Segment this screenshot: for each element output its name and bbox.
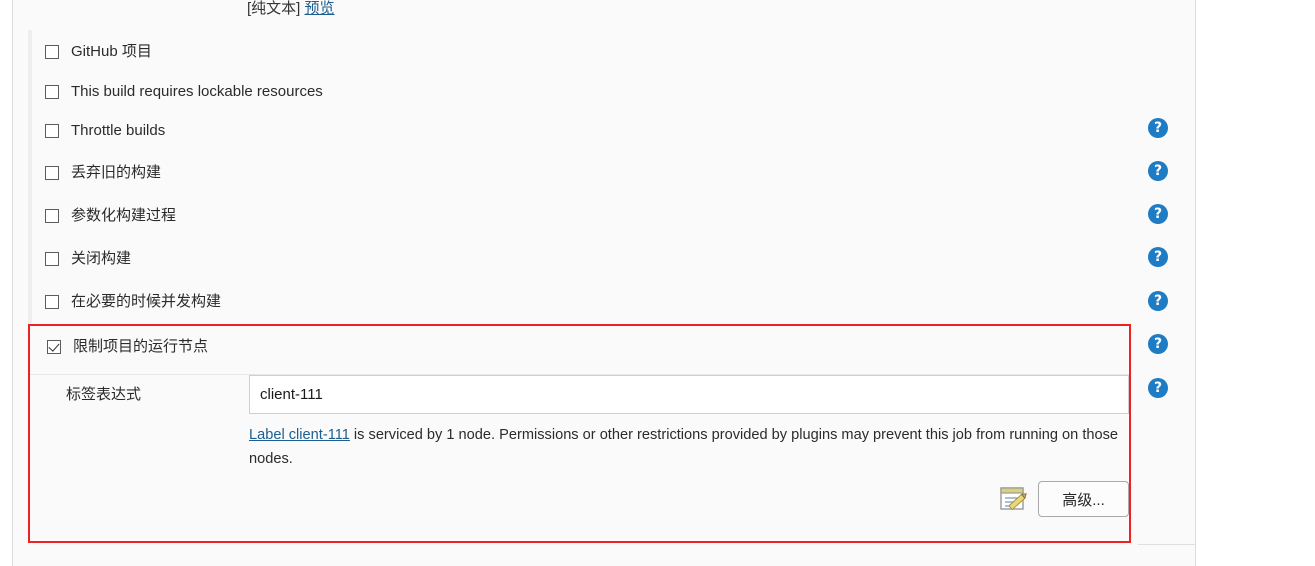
right-gutter-background: [1196, 0, 1315, 566]
checkbox-row[interactable]: 关闭构建: [45, 248, 131, 270]
checkbox-toggle[interactable]: [45, 124, 59, 138]
help-icon-label-expression[interactable]: ?: [1148, 378, 1168, 398]
checkbox-group-indent-bar: [28, 30, 32, 324]
restrict-node-highlight-box: 限制项目的运行节点 标签表达式 Label client-111 is serv…: [28, 324, 1131, 543]
help-icon[interactable]: ?: [1148, 291, 1168, 311]
preview-link[interactable]: 预览: [305, 0, 335, 17]
help-icon-restrict-node[interactable]: ?: [1148, 334, 1168, 354]
checkbox-toggle[interactable]: [45, 45, 59, 59]
restrict-node-checkbox[interactable]: [47, 340, 61, 354]
restrict-node-checkbox-row[interactable]: 限制项目的运行节点: [47, 338, 208, 356]
help-icon[interactable]: ?: [1148, 118, 1168, 138]
checkbox-row[interactable]: 丢弃旧的构建: [45, 162, 161, 184]
checkbox-label: GitHub 项目: [71, 43, 152, 60]
help-icon[interactable]: ?: [1148, 161, 1168, 181]
label-expression-input[interactable]: [249, 375, 1129, 414]
checkbox-toggle[interactable]: [45, 85, 59, 99]
checkbox-toggle[interactable]: [45, 252, 59, 266]
checkbox-row[interactable]: This build requires lockable resources: [45, 81, 323, 103]
advanced-button[interactable]: 高级...: [1038, 481, 1129, 517]
label-node-note-text: is serviced by 1 node. Permissions or ot…: [249, 427, 1119, 467]
plain-text-label: [纯文本]: [247, 0, 301, 17]
notepad-pencil-icon[interactable]: [999, 485, 1029, 513]
checkbox-toggle[interactable]: [45, 295, 59, 309]
jenkins-job-config-page: [纯文本] 预览 GitHub 项目 This build requires lo…: [0, 0, 1315, 566]
checkbox-label: 关闭构建: [71, 250, 132, 267]
checkbox-toggle[interactable]: [45, 166, 59, 180]
checkbox-row[interactable]: Throttle builds: [45, 120, 165, 142]
checkbox-row[interactable]: GitHub 项目: [45, 41, 152, 63]
help-icon[interactable]: ?: [1148, 247, 1168, 267]
checkbox-label: Throttle builds: [71, 122, 166, 139]
checkbox-label: 在必要的时候并发构建: [71, 293, 222, 310]
help-icon[interactable]: ?: [1148, 204, 1168, 224]
right-divider: [1195, 0, 1196, 566]
bottom-divider: [1138, 544, 1196, 545]
checkbox-toggle[interactable]: [45, 209, 59, 223]
label-client-link[interactable]: Label client-111: [249, 427, 350, 443]
checkbox-row[interactable]: 参数化构建过程: [45, 205, 176, 227]
left-divider: [12, 0, 13, 566]
plain-text-preview-line: [纯文本] 预览: [247, 0, 335, 18]
checkbox-label: 丢弃旧的构建: [71, 164, 162, 181]
label-node-note: Label client-111 is serviced by 1 node. …: [249, 423, 1129, 471]
restrict-node-label: 限制项目的运行节点: [73, 338, 209, 355]
label-expression-label: 标签表达式: [66, 386, 142, 403]
checkbox-label: This build requires lockable resources: [71, 83, 323, 100]
checkbox-label: 参数化构建过程: [71, 207, 177, 224]
checkbox-row[interactable]: 在必要的时候并发构建: [45, 291, 221, 313]
